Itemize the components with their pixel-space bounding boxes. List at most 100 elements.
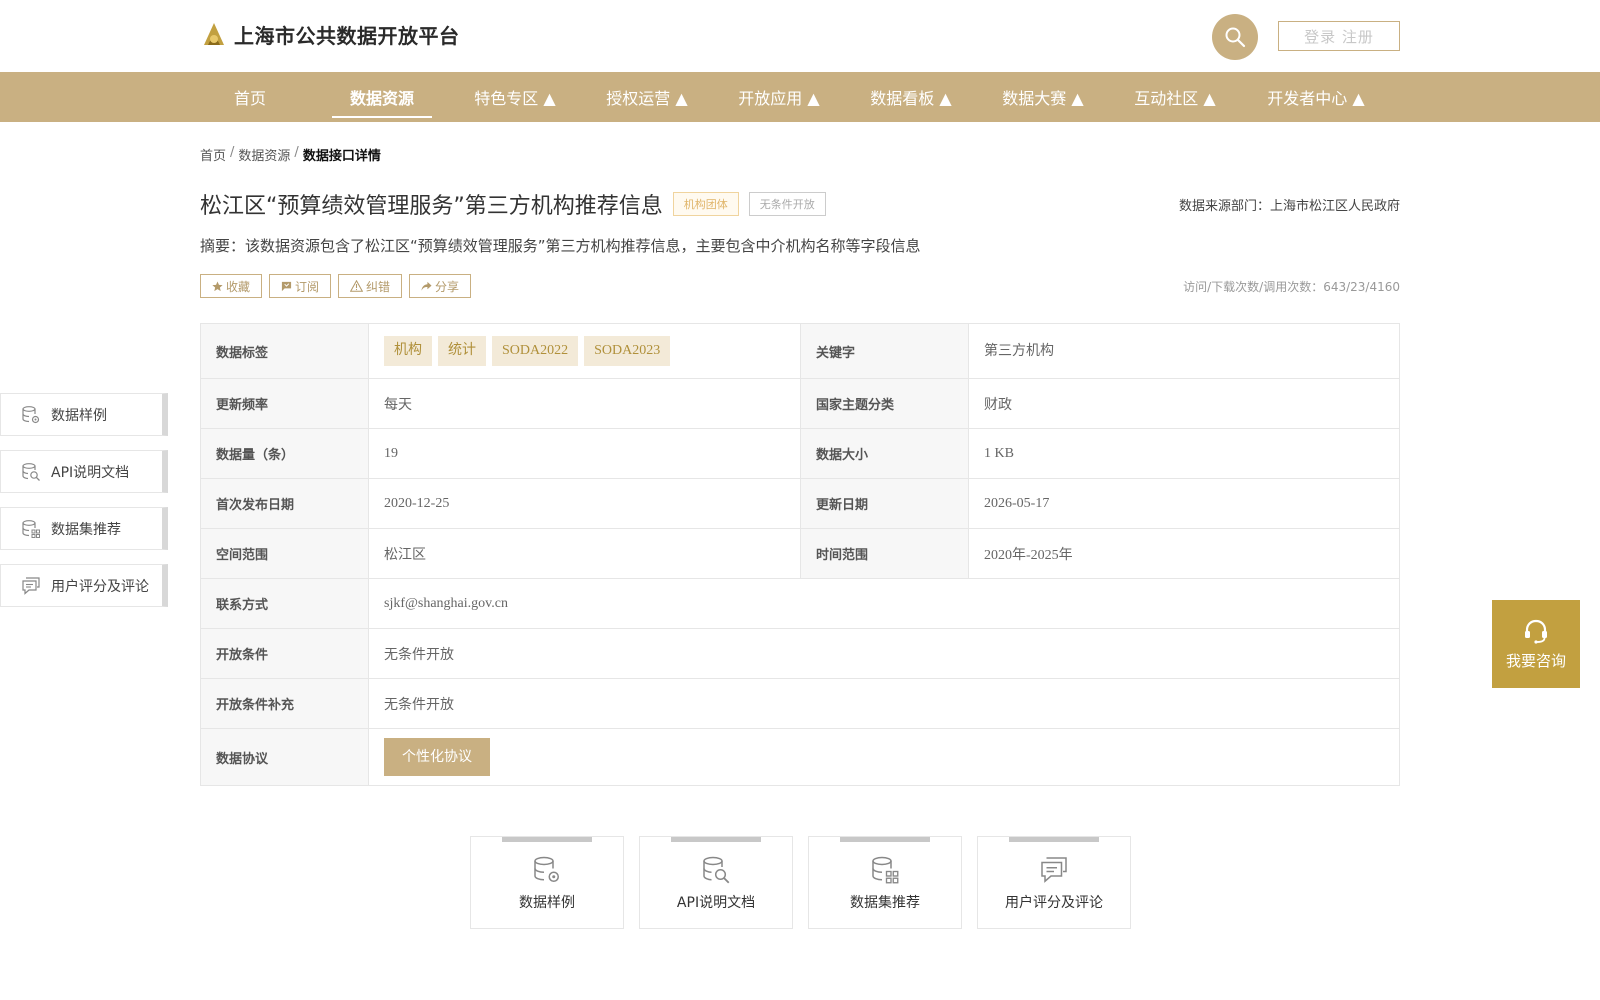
card-label: 数据样例 bbox=[519, 895, 575, 911]
action-bar: 收藏 订阅 纠错 分享 bbox=[200, 274, 472, 298]
card-dataset-recommend[interactable]: 数据集推荐 bbox=[808, 836, 962, 929]
comment-icon bbox=[1041, 857, 1067, 883]
nav-dashboard[interactable]: 数据看板 ▲ bbox=[858, 72, 964, 122]
title-row: 松江区“预算绩效管理服务”第三方机构推荐信息 机构团体 无条件开放 bbox=[200, 188, 826, 220]
nav-competition[interactable]: 数据大赛 ▲ bbox=[990, 72, 1096, 122]
side-nav-label: 数据集推荐 bbox=[51, 521, 121, 538]
nav-open-apps[interactable]: 开放应用 ▲ bbox=[726, 72, 832, 122]
spatial-range-value: 松江区 bbox=[368, 528, 801, 579]
open-condition-extra-value: 无条件开放 bbox=[368, 678, 1400, 729]
updated-date-label: 更新日期 bbox=[800, 478, 969, 529]
open-badge: 无条件开放 bbox=[748, 192, 826, 216]
table-row: 数据协议 个性化协议 bbox=[200, 728, 1400, 786]
tag-item[interactable]: 统计 bbox=[438, 336, 486, 366]
summary-text: 摘要：该数据资源包含了松江区“预算绩效管理服务”第三方机构推荐信息，主要包含中介… bbox=[200, 237, 921, 255]
frequency-label: 更新频率 bbox=[200, 378, 369, 429]
side-nav-api-doc[interactable]: API说明文档 bbox=[0, 450, 168, 493]
table-row: 空间范围 松江区 时间范围 2020年-2025年 bbox=[200, 528, 1400, 579]
warning-icon bbox=[350, 280, 364, 292]
database-search-icon bbox=[22, 462, 40, 481]
consult-button[interactable]: 我要咨询 bbox=[1492, 600, 1580, 688]
favorite-button[interactable]: 收藏 bbox=[200, 274, 263, 298]
card-top-bar bbox=[671, 837, 761, 842]
nav-home[interactable]: 首页 bbox=[200, 72, 300, 122]
card-label: 数据集推荐 bbox=[850, 895, 920, 911]
side-nav-label: 数据样例 bbox=[51, 407, 107, 424]
database-search-icon bbox=[703, 856, 730, 884]
time-range-label: 时间范围 bbox=[800, 528, 969, 579]
card-label: API说明文档 bbox=[676, 895, 756, 911]
table-row: 开放条件 无条件开放 bbox=[200, 628, 1400, 679]
favorite-label: 收藏 bbox=[226, 279, 251, 294]
tags-label: 数据标签 bbox=[200, 323, 369, 379]
report-error-button[interactable]: 纠错 bbox=[338, 274, 403, 298]
frequency-value: 每天 bbox=[368, 378, 801, 429]
database-grid-icon bbox=[872, 856, 899, 884]
table-row: 首次发布日期 2020-12-25 更新日期 2026-05-17 bbox=[200, 478, 1400, 529]
nav-community[interactable]: 互动社区 ▲ bbox=[1122, 72, 1228, 122]
top-header: 上海市公共数据开放平台 登录 注册 bbox=[0, 0, 1600, 72]
card-top-bar bbox=[840, 837, 930, 842]
visit-stats: 访问/下载次数/调用次数：643/23/4160 bbox=[1183, 280, 1400, 294]
database-gear-icon bbox=[534, 856, 559, 882]
side-nav-data-sample[interactable]: 数据样例 bbox=[0, 393, 168, 436]
breadcrumb-current: 数据接口详情 bbox=[302, 149, 381, 164]
spatial-range-label: 空间范围 bbox=[200, 528, 369, 579]
share-button[interactable]: 分享 bbox=[409, 274, 472, 298]
consult-label: 我要咨询 bbox=[1505, 651, 1566, 670]
first-publish-value: 2020-12-25 bbox=[368, 478, 801, 529]
source-department: 数据来源部门：上海市松江区人民政府 bbox=[1178, 199, 1400, 214]
open-condition-extra-label: 开放条件补充 bbox=[200, 678, 369, 729]
tag-item[interactable]: 机构 bbox=[384, 336, 432, 366]
org-badge: 机构团体 bbox=[672, 192, 739, 216]
breadcrumb-home[interactable]: 首页 bbox=[200, 145, 226, 164]
share-icon bbox=[421, 281, 432, 291]
side-nav-comments[interactable]: 用户评分及评论 bbox=[0, 564, 168, 607]
login-register-button[interactable]: 登录 注册 bbox=[1278, 21, 1400, 51]
logo-icon bbox=[204, 22, 224, 45]
nav-featured[interactable]: 特色专区 ▲ bbox=[462, 72, 568, 122]
headset-icon bbox=[1525, 619, 1547, 644]
tag-item[interactable]: SODA2022 bbox=[492, 336, 579, 366]
card-api-doc[interactable]: API说明文档 bbox=[639, 836, 793, 929]
record-count-label: 数据量（条） bbox=[200, 428, 369, 479]
data-size-value: 1 KB bbox=[968, 428, 1400, 479]
breadcrumb-separator: / bbox=[230, 145, 235, 160]
nav-developer[interactable]: 开发者中心 ▲ bbox=[1256, 72, 1376, 122]
comment-icon bbox=[22, 576, 40, 595]
contact-value: sjkf@shanghai.gov.cn bbox=[368, 578, 1400, 629]
tags-cell: 机构 统计 SODA2022 SODA2023 bbox=[368, 323, 801, 379]
theme-label: 国家主题分类 bbox=[800, 378, 969, 429]
data-size-label: 数据大小 bbox=[800, 428, 969, 479]
breadcrumb: 首页 / 数据资源 / 数据接口详情 bbox=[200, 145, 381, 164]
report-error-label: 纠错 bbox=[366, 279, 391, 294]
card-label: 用户评分及评论 bbox=[1005, 895, 1103, 911]
card-comments[interactable]: 用户评分及评论 bbox=[977, 836, 1131, 929]
side-nav-dataset-recommend[interactable]: 数据集推荐 bbox=[0, 507, 168, 550]
subscribe-icon bbox=[281, 281, 292, 291]
nav-authorized-ops[interactable]: 授权运营 ▲ bbox=[594, 72, 700, 122]
star-icon bbox=[212, 280, 223, 291]
protocol-cell: 个性化协议 bbox=[368, 728, 1400, 786]
protocol-label: 数据协议 bbox=[200, 728, 369, 786]
search-button[interactable] bbox=[1212, 14, 1258, 60]
time-range-value: 2020年-2025年 bbox=[968, 528, 1400, 579]
custom-protocol-button[interactable]: 个性化协议 bbox=[384, 738, 490, 776]
nav-data-resources[interactable]: 数据资源 bbox=[332, 72, 432, 122]
open-condition-label: 开放条件 bbox=[200, 628, 369, 679]
side-nav-label: 用户评分及评论 bbox=[51, 578, 149, 595]
search-icon bbox=[1225, 27, 1246, 48]
table-row: 数据量（条） 19 数据大小 1 KB bbox=[200, 428, 1400, 479]
card-data-sample[interactable]: 数据样例 bbox=[470, 836, 624, 929]
metadata-table: 数据标签 机构 统计 SODA2022 SODA2023 关键字 第三方机构 更新频率… bbox=[200, 323, 1400, 786]
tag-item[interactable]: SODA2023 bbox=[584, 336, 671, 366]
site-logo[interactable]: 上海市公共数据开放平台 bbox=[200, 20, 460, 49]
subscribe-label: 订阅 bbox=[295, 279, 320, 294]
table-row: 开放条件补充 无条件开放 bbox=[200, 678, 1400, 729]
open-condition-value: 无条件开放 bbox=[368, 628, 1400, 679]
contact-label: 联系方式 bbox=[200, 578, 369, 629]
record-count-value: 19 bbox=[368, 428, 801, 479]
first-publish-label: 首次发布日期 bbox=[200, 478, 369, 529]
breadcrumb-section[interactable]: 数据资源 bbox=[238, 145, 290, 164]
subscribe-button[interactable]: 订阅 bbox=[269, 274, 332, 298]
